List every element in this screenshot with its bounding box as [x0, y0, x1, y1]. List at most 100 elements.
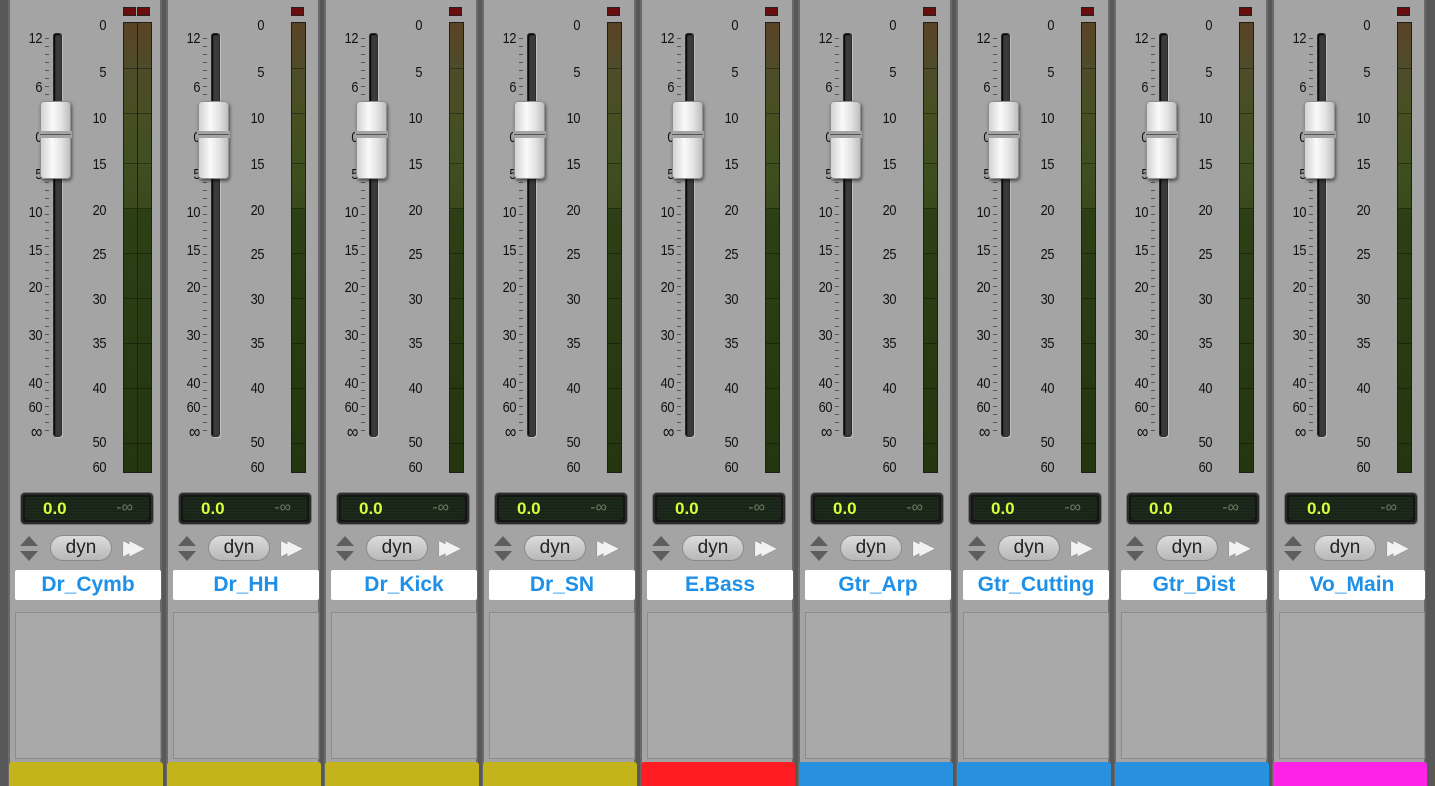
clip-indicator[interactable]: [291, 7, 304, 16]
volume-fader-handle[interactable]: [1145, 101, 1178, 179]
stepper-up-icon[interactable]: [652, 536, 670, 546]
insert-slot-area[interactable]: [173, 612, 319, 759]
volume-display[interactable]: 0.0 -∞: [336, 492, 470, 525]
volume-fader-track[interactable]: [1001, 33, 1010, 437]
automation-mode-button[interactable]: dyn: [524, 535, 586, 561]
volume-display[interactable]: 0.0 -∞: [20, 492, 154, 525]
fast-forward-icon[interactable]: ▶▶: [597, 536, 627, 560]
volume-fader-handle[interactable]: [1303, 101, 1336, 179]
clip-indicator[interactable]: [1397, 7, 1410, 16]
volume-display[interactable]: 0.0 -∞: [968, 492, 1102, 525]
fast-forward-icon[interactable]: ▶▶: [1071, 536, 1101, 560]
insert-slot-area[interactable]: [489, 612, 635, 759]
fast-forward-icon[interactable]: ▶▶: [439, 536, 469, 560]
automation-mode-stepper[interactable]: [493, 535, 513, 563]
track-name-label[interactable]: Dr_SN: [489, 570, 635, 600]
fast-forward-icon[interactable]: ▶▶: [755, 536, 785, 560]
automation-mode-button[interactable]: dyn: [1156, 535, 1218, 561]
insert-slot-area[interactable]: [331, 612, 477, 759]
stepper-down-icon[interactable]: [968, 551, 986, 561]
stepper-down-icon[interactable]: [20, 551, 38, 561]
volume-fader-handle[interactable]: [39, 101, 72, 179]
volume-fader-handle[interactable]: [355, 101, 388, 179]
automation-mode-stepper[interactable]: [809, 535, 829, 563]
track-name-label[interactable]: E.Bass: [647, 570, 793, 600]
volume-display[interactable]: 0.0 -∞: [1126, 492, 1260, 525]
fast-forward-icon[interactable]: ▶▶: [913, 536, 943, 560]
automation-mode-button[interactable]: dyn: [682, 535, 744, 561]
volume-display[interactable]: 0.0 -∞: [178, 492, 312, 525]
volume-fader-handle[interactable]: [671, 101, 704, 179]
volume-fader-handle[interactable]: [197, 101, 230, 179]
clip-indicator[interactable]: [123, 7, 136, 16]
automation-mode-stepper[interactable]: [1283, 535, 1303, 563]
volume-fader-handle[interactable]: [987, 101, 1020, 179]
stepper-down-icon[interactable]: [810, 551, 828, 561]
fast-forward-icon[interactable]: ▶▶: [281, 536, 311, 560]
volume-fader-track[interactable]: [1159, 33, 1168, 437]
volume-fader-handle[interactable]: [829, 101, 862, 179]
clip-indicator[interactable]: [765, 7, 778, 16]
clip-indicator[interactable]: [923, 7, 936, 16]
automation-mode-stepper[interactable]: [651, 535, 671, 563]
stepper-up-icon[interactable]: [336, 536, 354, 546]
stepper-up-icon[interactable]: [494, 536, 512, 546]
track-name-label[interactable]: Dr_Kick: [331, 570, 477, 600]
track-name-label[interactable]: Gtr_Dist: [1121, 570, 1267, 600]
volume-fader-track[interactable]: [843, 33, 852, 437]
volume-fader-track[interactable]: [685, 33, 694, 437]
fast-forward-icon[interactable]: ▶▶: [1229, 536, 1259, 560]
clip-indicator[interactable]: [607, 7, 620, 16]
stepper-up-icon[interactable]: [1126, 536, 1144, 546]
insert-slot-area[interactable]: [963, 612, 1109, 759]
volume-fader-track[interactable]: [369, 33, 378, 437]
clip-indicator[interactable]: [449, 7, 462, 16]
stepper-up-icon[interactable]: [810, 536, 828, 546]
volume-fader-track[interactable]: [211, 33, 220, 437]
automation-mode-stepper[interactable]: [967, 535, 987, 563]
insert-slot-area[interactable]: [647, 612, 793, 759]
insert-slot-area[interactable]: [15, 612, 161, 759]
volume-display[interactable]: 0.0 -∞: [494, 492, 628, 525]
automation-mode-button[interactable]: dyn: [840, 535, 902, 561]
stepper-down-icon[interactable]: [494, 551, 512, 561]
automation-mode-button[interactable]: dyn: [998, 535, 1060, 561]
stepper-up-icon[interactable]: [178, 536, 196, 546]
volume-display[interactable]: 0.0 -∞: [652, 492, 786, 525]
volume-display[interactable]: 0.0 -∞: [1284, 492, 1418, 525]
stepper-up-icon[interactable]: [1284, 536, 1302, 546]
track-name-label[interactable]: Gtr_Cutting: [963, 570, 1109, 600]
track-name-label[interactable]: Gtr_Arp: [805, 570, 951, 600]
automation-mode-stepper[interactable]: [177, 535, 197, 563]
volume-display[interactable]: 0.0 -∞: [810, 492, 944, 525]
stepper-down-icon[interactable]: [336, 551, 354, 561]
clip-indicator[interactable]: [137, 7, 150, 16]
stepper-up-icon[interactable]: [20, 536, 38, 546]
track-name-label[interactable]: Vo_Main: [1279, 570, 1425, 600]
clip-indicator[interactable]: [1081, 7, 1094, 16]
track-name-label[interactable]: Dr_HH: [173, 570, 319, 600]
volume-fader-track[interactable]: [527, 33, 536, 437]
automation-mode-button[interactable]: dyn: [208, 535, 270, 561]
automation-mode-button[interactable]: dyn: [1314, 535, 1376, 561]
automation-mode-stepper[interactable]: [1125, 535, 1145, 563]
stepper-down-icon[interactable]: [652, 551, 670, 561]
stepper-up-icon[interactable]: [968, 536, 986, 546]
automation-mode-stepper[interactable]: [335, 535, 355, 563]
fast-forward-icon[interactable]: ▶▶: [123, 536, 153, 560]
volume-fader-track[interactable]: [1317, 33, 1326, 437]
volume-fader-handle[interactable]: [513, 101, 546, 179]
automation-mode-button[interactable]: dyn: [50, 535, 112, 561]
automation-mode-stepper[interactable]: [19, 535, 39, 563]
stepper-down-icon[interactable]: [178, 551, 196, 561]
automation-mode-button[interactable]: dyn: [366, 535, 428, 561]
insert-slot-area[interactable]: [1279, 612, 1425, 759]
fast-forward-icon[interactable]: ▶▶: [1387, 536, 1417, 560]
track-name-label[interactable]: Dr_Cymb: [15, 570, 161, 600]
stepper-down-icon[interactable]: [1284, 551, 1302, 561]
insert-slot-area[interactable]: [805, 612, 951, 759]
clip-indicator[interactable]: [1239, 7, 1252, 16]
insert-slot-area[interactable]: [1121, 612, 1267, 759]
stepper-down-icon[interactable]: [1126, 551, 1144, 561]
volume-fader-track[interactable]: [53, 33, 62, 437]
